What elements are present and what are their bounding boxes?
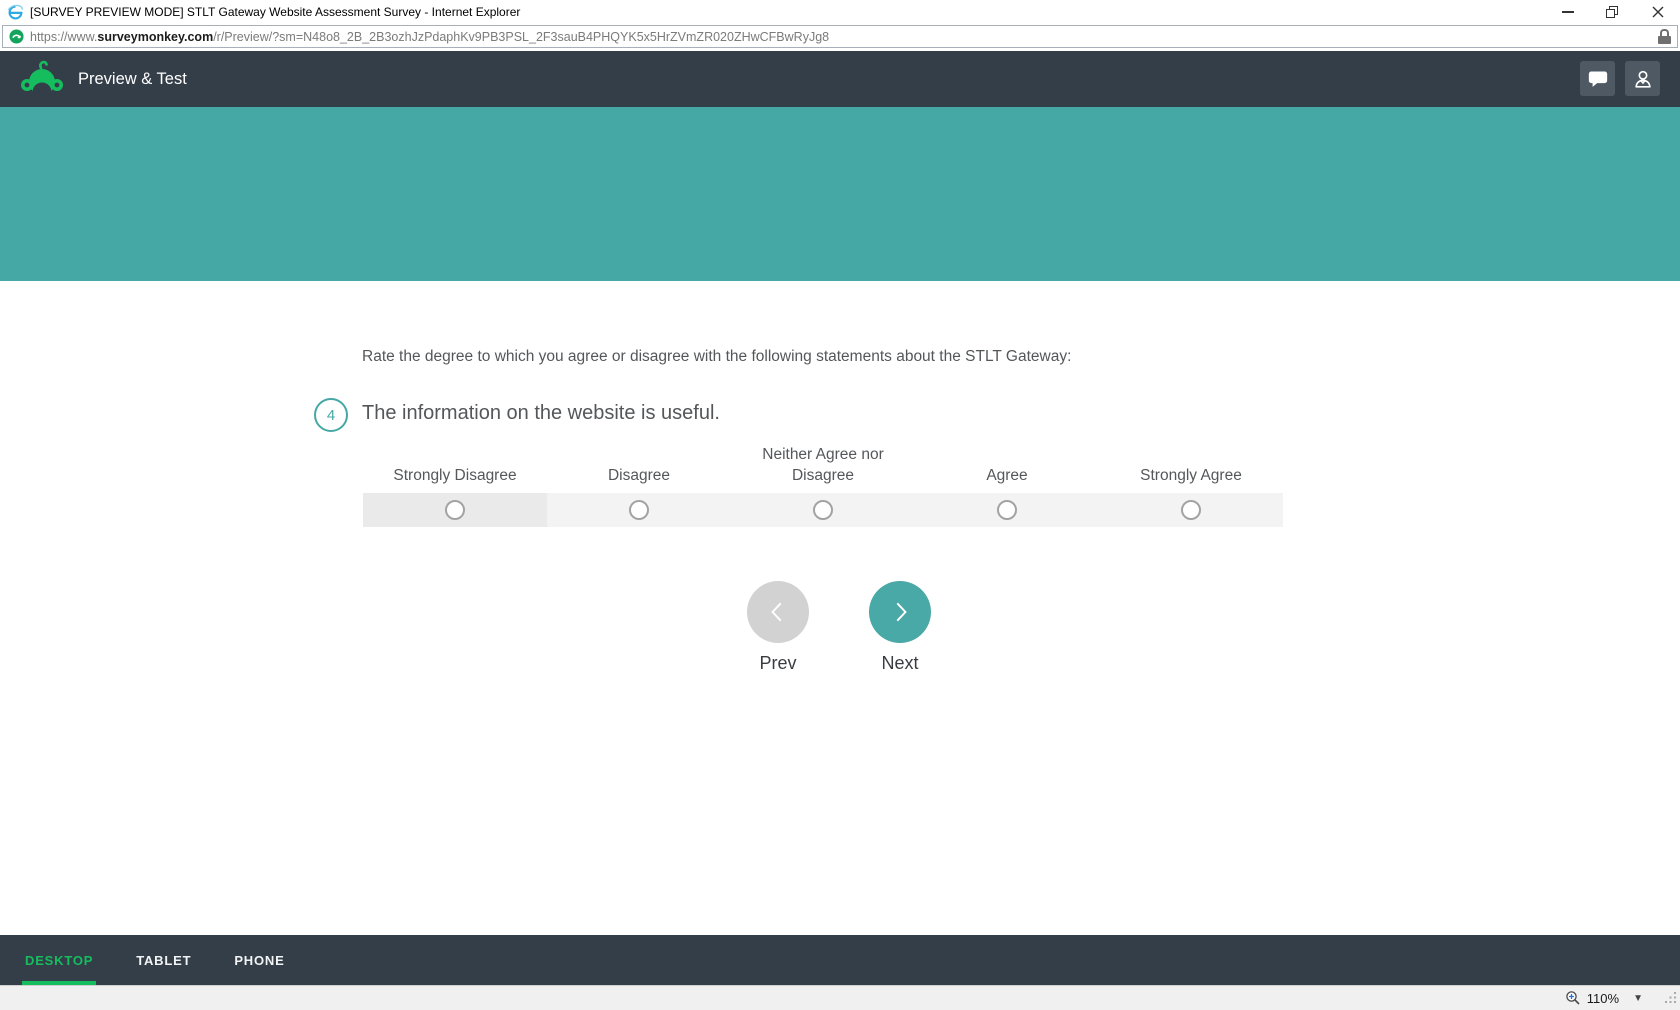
scale-option-neither[interactable]	[731, 493, 915, 527]
scale-option-strongly-disagree[interactable]	[363, 493, 547, 527]
radio-button[interactable]	[813, 500, 833, 520]
surveymonkey-favicon-icon	[9, 29, 24, 44]
chevron-left-icon	[771, 602, 782, 622]
scale-label: Neither Agree nor Disagree	[762, 446, 884, 484]
window-title: [SURVEY PREVIEW MODE] STLT Gateway Websi…	[30, 5, 521, 19]
scale-label: Strongly Agree	[1140, 467, 1242, 484]
prev-label: Prev	[759, 653, 797, 673]
tab-desktop[interactable]: DESKTOP	[22, 935, 97, 985]
zoom-control[interactable]: 110% ▼	[1565, 990, 1643, 1006]
prev-button[interactable]	[747, 581, 809, 643]
close-icon	[1652, 6, 1663, 18]
scale-label: Agree	[986, 467, 1028, 484]
close-button[interactable]	[1635, 0, 1680, 24]
rating-scale: Strongly Disagree Disagree Neither Agree…	[363, 444, 1283, 527]
next-button[interactable]	[869, 581, 931, 643]
question-number: 4	[326, 406, 336, 424]
header-actions	[1580, 61, 1660, 96]
ssl-lock-icon	[1658, 29, 1671, 44]
scale-label-cell: Strongly Disagree	[363, 465, 547, 486]
user-icon	[1634, 70, 1651, 88]
rating-scale-labels: Strongly Disagree Disagree Neither Agree…	[363, 444, 1283, 486]
radio-button[interactable]	[1181, 500, 1201, 520]
account-button[interactable]	[1625, 61, 1660, 96]
question-text: The information on the website is useful…	[362, 402, 720, 424]
scale-label: Strongly Disagree	[393, 467, 517, 484]
app-header: Preview & Test	[0, 51, 1680, 107]
url-text: https://www.surveymonkey.com/r/Preview/?…	[30, 30, 1650, 44]
radio-button[interactable]	[997, 500, 1017, 520]
scale-label-cell: Neither Agree nor Disagree	[731, 444, 915, 486]
radio-button[interactable]	[445, 500, 465, 520]
surveymonkey-logo-icon	[21, 60, 63, 99]
url-path: /r/Preview/?sm=N48o8_2B_2B3ozhJzPdaphKv9…	[213, 29, 830, 44]
zoom-magnifier-icon	[1566, 991, 1580, 1005]
next-button-wrap: Next	[869, 581, 931, 674]
next-label: Next	[881, 653, 919, 673]
survey-banner: STLT Gateway Website Assessment	[0, 107, 1680, 363]
scale-option-strongly-agree[interactable]	[1099, 493, 1283, 527]
minimize-icon	[1561, 11, 1574, 13]
radio-button[interactable]	[629, 500, 649, 520]
zoom-level: 110%	[1586, 990, 1620, 1006]
restore-icon	[1606, 6, 1618, 18]
tab-phone[interactable]: PHONE	[231, 935, 287, 985]
minimize-button[interactable]	[1545, 0, 1590, 24]
url-scheme: https://www.	[30, 29, 98, 44]
survey-intro-text: Rate the degree to which you agree or di…	[362, 348, 1072, 365]
scale-label-cell: Disagree	[547, 465, 731, 486]
window-controls	[1545, 0, 1680, 24]
question-number-badge: 4	[314, 398, 348, 432]
status-bar: 110% ▼	[0, 985, 1680, 1010]
scale-label-cell: Agree	[915, 465, 1099, 486]
caret-down-icon[interactable]: ▼	[1633, 993, 1643, 1004]
prev-button-wrap: Prev	[747, 581, 809, 674]
address-bar: https://www.surveymonkey.com/r/Preview/?…	[0, 24, 1680, 51]
chevron-right-icon	[896, 602, 907, 622]
rating-scale-band	[363, 493, 1283, 527]
scale-option-agree[interactable]	[915, 493, 1099, 527]
page-title: Preview & Test	[78, 69, 187, 88]
window-titlebar: [SURVEY PREVIEW MODE] STLT Gateway Websi…	[0, 0, 1680, 24]
tab-tablet[interactable]: TABLET	[133, 935, 194, 985]
scale-option-disagree[interactable]	[547, 493, 731, 527]
internet-explorer-icon	[7, 4, 23, 19]
scale-label: Disagree	[607, 467, 671, 484]
device-preview-bar: DESKTOP TABLET PHONE	[0, 935, 1680, 985]
scale-label-cell: Strongly Agree	[1099, 465, 1283, 486]
resize-grip-icon[interactable]	[1665, 992, 1677, 1004]
restore-button[interactable]	[1590, 0, 1635, 24]
speech-bubble-icon	[1588, 71, 1607, 87]
survey-content: Rate the degree to which you agree or di…	[0, 281, 1680, 935]
url-domain: surveymonkey.com	[97, 29, 214, 44]
feedback-button[interactable]	[1580, 61, 1615, 96]
url-input[interactable]: https://www.surveymonkey.com/r/Preview/?…	[2, 25, 1678, 48]
